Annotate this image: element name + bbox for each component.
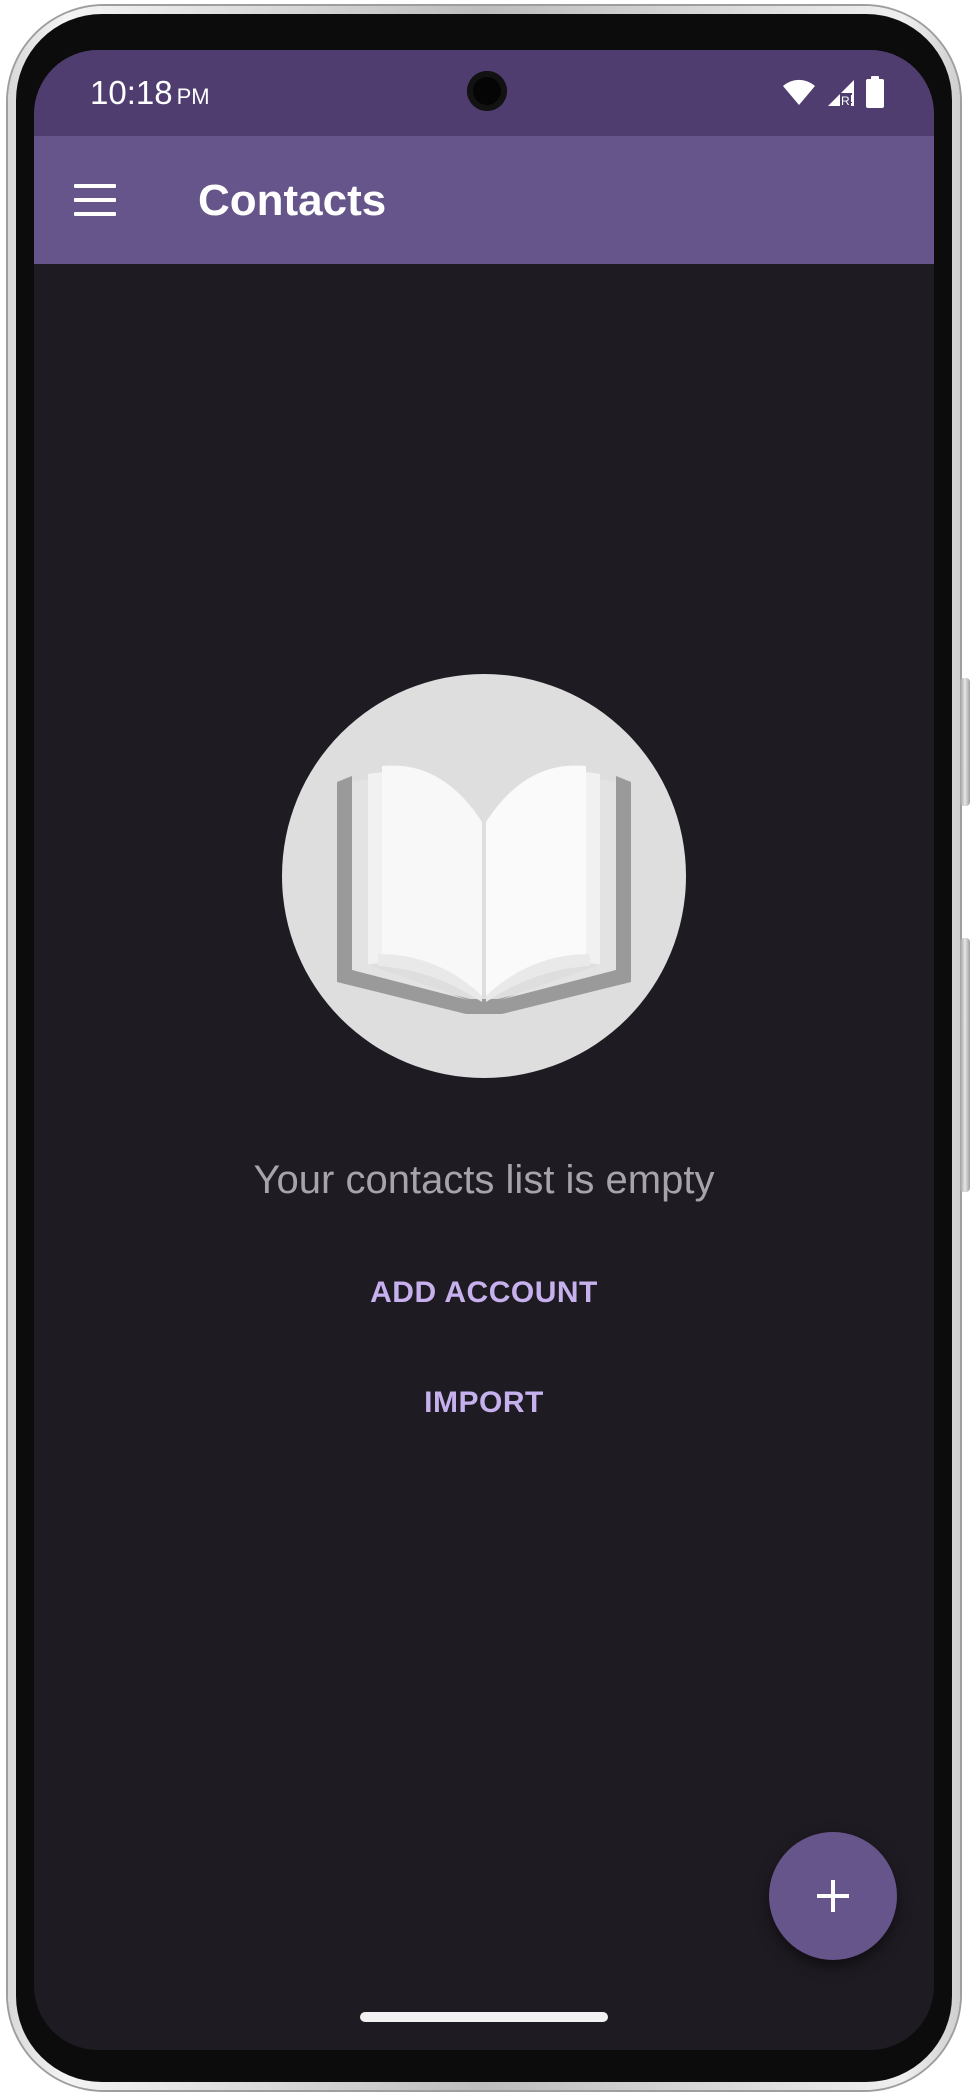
app-bar: Contacts — [34, 136, 934, 264]
add-contact-fab[interactable] — [769, 1832, 897, 1960]
status-bar: 10:18 PM R — [34, 50, 934, 136]
open-book-icon — [282, 674, 686, 1078]
page-title: Contacts — [198, 176, 387, 225]
roaming-label: R — [841, 94, 850, 107]
wifi-icon — [783, 79, 815, 105]
status-time-ampm: PM — [176, 84, 210, 109]
status-time-value: 10:18 — [90, 74, 173, 111]
status-icons: R — [782, 74, 884, 110]
gesture-navigation-bar[interactable] — [360, 2012, 608, 2022]
signal-icon: R — [828, 80, 854, 107]
front-camera — [467, 71, 507, 111]
hamburger-menu-icon[interactable] — [72, 180, 120, 220]
status-time: 10:18 PM — [90, 74, 210, 112]
import-button[interactable]: IMPORT — [334, 1386, 634, 1420]
add-account-button[interactable]: ADD ACCOUNT — [334, 1276, 634, 1310]
battery-icon — [866, 76, 884, 108]
volume-button — [960, 678, 970, 806]
power-button — [960, 938, 970, 1192]
plus-icon — [817, 1880, 849, 1912]
empty-state-message: Your contacts list is empty — [253, 1158, 715, 1202]
device-screen: 10:18 PM R Contacts Your contacts list i… — [34, 50, 934, 2050]
